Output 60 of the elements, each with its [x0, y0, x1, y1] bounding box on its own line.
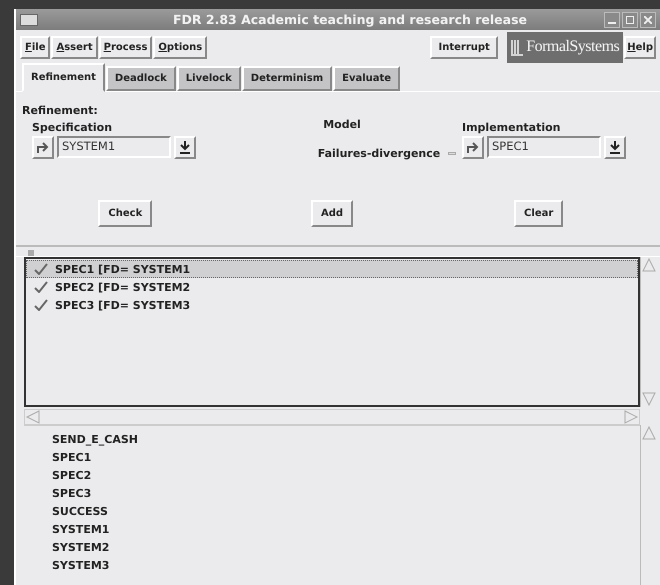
scroll-down-icon[interactable] [641, 391, 657, 407]
model-value: Failures-divergence [318, 146, 440, 160]
menu-button[interactable]: Assert [51, 36, 98, 59]
scroll-up-icon[interactable] [641, 257, 657, 273]
process-item[interactable]: SYSTEM2 [24, 538, 640, 556]
tab[interactable]: Evaluate [333, 66, 400, 91]
scroll-up-icon[interactable] [641, 425, 657, 441]
download-arrow-icon [610, 140, 620, 154]
action-button[interactable]: Clear [514, 200, 564, 227]
implementation-label: Implementation [462, 120, 562, 134]
download-arrow-icon [180, 140, 190, 154]
redirect-arrow-icon [466, 141, 480, 154]
assertion-row[interactable]: SPEC3 [FD= SYSTEM3 [26, 296, 638, 314]
help-button[interactable]: Help [624, 36, 656, 59]
vertical-scrollbar[interactable] [640, 257, 658, 407]
sash-handle[interactable] [28, 250, 34, 256]
process-item[interactable]: SUCCESS [24, 502, 640, 520]
scroll-right-icon[interactable] [623, 409, 639, 425]
model-label: Model [323, 118, 361, 131]
scroll-left-icon[interactable] [25, 409, 41, 425]
menu-button[interactable]: Process [98, 36, 152, 59]
redirect-button[interactable] [32, 136, 54, 159]
action-button[interactable]: Add [310, 200, 354, 227]
option-menu-indicator[interactable] [448, 152, 456, 155]
tab[interactable]: Deadlock [106, 66, 176, 91]
redirect-arrow-icon [36, 141, 50, 154]
window-menu-icon[interactable] [20, 14, 38, 26]
maximize-button[interactable] [622, 12, 638, 28]
process-item[interactable]: SYSTEM1 [24, 520, 640, 538]
logo-bars-icon [511, 38, 524, 56]
load-button[interactable] [174, 136, 196, 159]
load-button[interactable] [604, 136, 626, 159]
tab[interactable]: Refinement [22, 62, 105, 92]
vertical-scrollbar[interactable] [640, 425, 658, 585]
menu-button[interactable]: Options [153, 36, 208, 59]
horizontal-scrollbar[interactable] [24, 409, 640, 425]
tab[interactable]: Determinism [242, 66, 332, 91]
maximize-icon [626, 16, 634, 24]
action-button[interactable]: Check [98, 200, 152, 227]
minimize-button[interactable] [604, 12, 620, 28]
implementation-field[interactable]: SPEC1 [487, 136, 601, 158]
specification-label: Specification [32, 120, 114, 134]
section-title: Refinement: [22, 104, 99, 117]
close-icon [644, 16, 652, 24]
interrupt-button[interactable]: Interrupt [430, 36, 498, 59]
tab[interactable]: Livelock [176, 66, 241, 91]
minimize-icon [608, 22, 616, 24]
process-item[interactable]: SEND_E_CASH [24, 430, 640, 448]
redirect-button[interactable] [462, 136, 484, 159]
window-title: FDR 2.83 Academic teaching and research release [172, 12, 528, 28]
assertion-row[interactable]: SPEC2 [FD= SYSTEM2 [26, 278, 638, 296]
process-item[interactable]: SPEC2 [24, 466, 640, 484]
assertion-row[interactable]: SPEC1 [FD= SYSTEM1 [26, 260, 638, 278]
logo-text: FormalSystems [526, 38, 620, 56]
process-item[interactable]: SPEC1 [24, 448, 640, 466]
menu-button[interactable]: File [20, 36, 50, 59]
process-item[interactable]: SYSTEM3 [24, 556, 640, 574]
process-item[interactable]: SPEC3 [24, 484, 640, 502]
specification-field[interactable]: SYSTEM1 [57, 136, 171, 158]
close-button[interactable] [640, 12, 656, 28]
